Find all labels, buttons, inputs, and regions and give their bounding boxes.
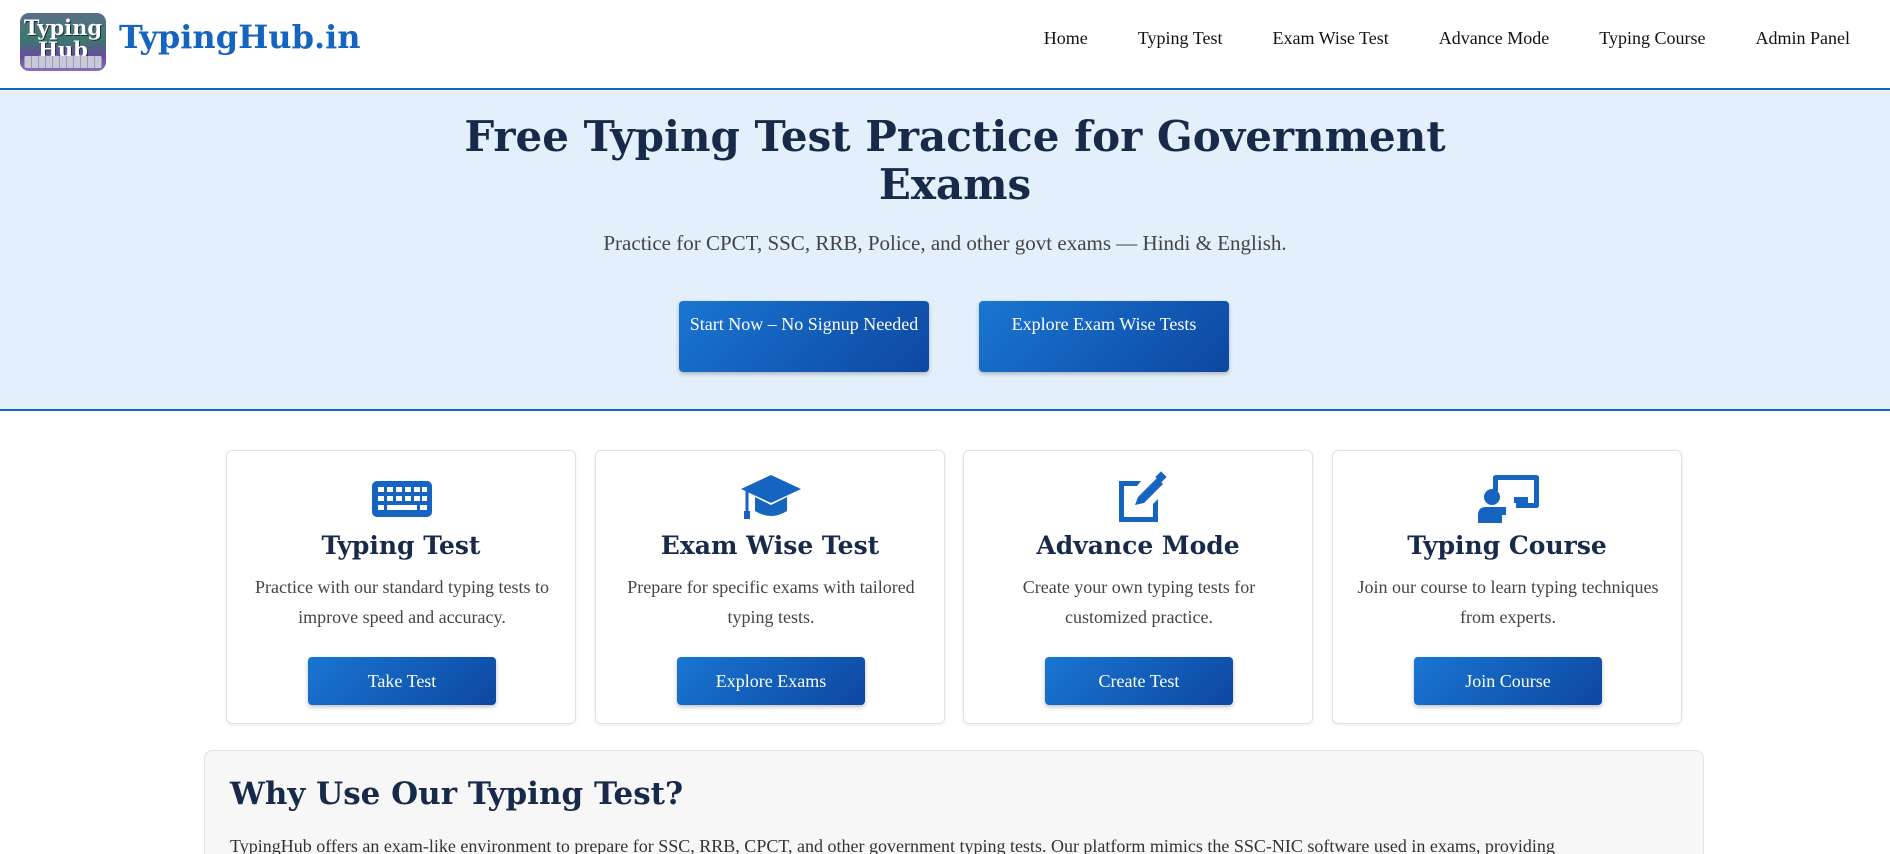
nav-home[interactable]: Home: [1044, 28, 1088, 49]
start-now-button[interactable]: Start Now – No Signup Needed: [679, 301, 929, 372]
site-header: Typing Hub TypingHub.in Home Typing Test…: [0, 0, 1890, 90]
feature-card-typing-course: Typing Course Join our course to learn t…: [1332, 450, 1682, 724]
explore-exams-button[interactable]: Explore Exams: [677, 657, 865, 705]
nav-typing-course[interactable]: Typing Course: [1599, 28, 1705, 49]
card-title: Exam Wise Test: [660, 531, 880, 560]
graduation-cap-icon: [741, 475, 801, 519]
why-text: TypingHub offers an exam-like environmen…: [230, 836, 1555, 854]
hero-section: Free Typing Test Practice for Government…: [0, 91, 1890, 411]
why-title: Why Use Our Typing Test?: [230, 776, 684, 812]
feature-card-advance-mode: Advance Mode Create your own typing test…: [963, 450, 1313, 724]
nav-admin-panel[interactable]: Admin Panel: [1756, 28, 1851, 49]
card-title: Typing Test: [321, 531, 481, 560]
teacher-board-icon: [1478, 475, 1539, 523]
keyboard-icon: [372, 481, 432, 517]
feature-card-exam-wise-test: Exam Wise Test Prepare for specific exam…: [595, 450, 945, 724]
brand-name[interactable]: TypingHub.in: [119, 18, 361, 56]
nav-advance-mode[interactable]: Advance Mode: [1439, 28, 1549, 49]
feature-card-typing-test: Typing Test Practice with our standard t…: [226, 450, 576, 724]
nav-exam-wise-test[interactable]: Exam Wise Test: [1272, 28, 1388, 49]
card-title: Advance Mode: [1036, 531, 1240, 560]
card-title: Typing Course: [1407, 531, 1607, 560]
join-course-button[interactable]: Join Course: [1414, 657, 1602, 705]
card-description: Create your own typing tests for customi…: [1022, 577, 1256, 627]
hero-title: Free Typing Test Practice for Government…: [464, 112, 1446, 209]
create-test-button[interactable]: Create Test: [1045, 657, 1233, 705]
nav-typing-test[interactable]: Typing Test: [1138, 28, 1223, 49]
card-description: Join our course to learn typing techniqu…: [1357, 577, 1659, 627]
card-description: Prepare for specific exams with tailored…: [627, 577, 915, 627]
why-section: Why Use Our Typing Test? TypingHub offer…: [204, 750, 1704, 854]
main-nav: Home Typing Test Exam Wise Test Advance …: [994, 28, 1850, 49]
explore-exam-wise-button[interactable]: Explore Exam Wise Tests: [979, 301, 1229, 372]
card-description: Practice with our standard typing tests …: [255, 577, 549, 627]
hero-subtitle: Practice for CPCT, SSC, RRB, Police, and…: [603, 231, 1287, 255]
take-test-button[interactable]: Take Test: [308, 657, 496, 705]
site-logo[interactable]: Typing Hub: [20, 13, 106, 71]
logo-keyboard-graphic: [24, 56, 102, 68]
edit-icon: [1119, 471, 1167, 522]
